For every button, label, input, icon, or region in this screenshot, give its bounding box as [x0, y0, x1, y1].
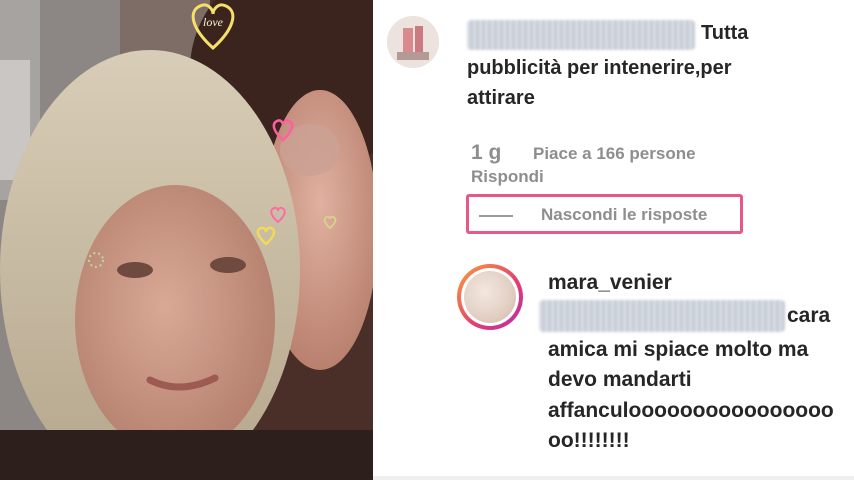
comment-text-line1: Tutta	[701, 22, 749, 44]
avatar-ring-inner	[461, 268, 519, 326]
divider-line	[479, 215, 513, 217]
selfie-photo: love	[0, 0, 373, 480]
hide-replies-label: Nascondi le risposte	[541, 205, 708, 224]
comment-time: 1 g	[471, 141, 502, 164]
reply-text-line5: oo!!!!!!!!	[548, 429, 630, 452]
comments-panel: Tutta pubblicità per intenerire,per atti…	[373, 0, 854, 480]
reply-username[interactable]: mara_venier	[548, 271, 672, 295]
reply-text-line1: cara	[787, 304, 831, 327]
reply-button[interactable]: Rispondi	[471, 167, 544, 187]
avatar-picture	[464, 271, 516, 323]
comment-text-line3: attirare	[467, 87, 535, 109]
reply-text-line2: amica mi spiace molto ma	[548, 338, 809, 361]
photo-illustration: love	[0, 0, 373, 480]
reply-text-line3: devo mandarti	[548, 368, 692, 391]
avatar-image	[387, 16, 439, 68]
reply-avatar[interactable]	[457, 264, 523, 330]
obscured-mention	[539, 300, 785, 332]
commenter-avatar[interactable]	[387, 16, 439, 68]
reply-text-line4: affanculoooooooooooooooo	[548, 399, 834, 422]
comment-likes[interactable]: Piace a 166 persone	[533, 144, 696, 164]
hide-replies-button[interactable]: Nascondi le risposte	[466, 194, 743, 234]
obscured-username	[467, 20, 695, 50]
svg-text:love: love	[203, 15, 224, 29]
comment-text-line2: pubblicità per intenerire,per	[467, 57, 732, 79]
bottom-divider	[373, 476, 854, 480]
